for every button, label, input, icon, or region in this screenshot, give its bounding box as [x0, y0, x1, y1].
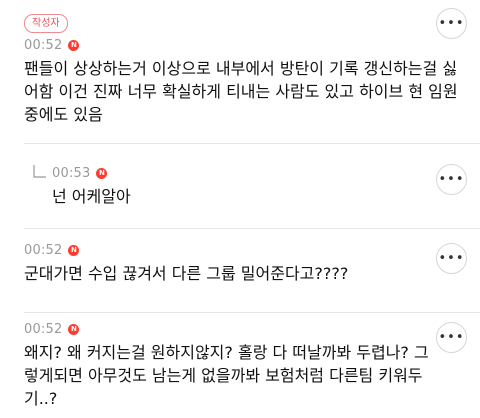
comment-item: 00:52 N 군대가면 수입 끊겨서 다른 그룹 밀어준다고???? •••: [0, 229, 480, 312]
new-badge: N: [68, 244, 80, 256]
comment-time: 00:52: [24, 321, 63, 337]
comment-time: 00:53: [52, 165, 91, 181]
comment-meta: 00:53 N: [52, 165, 108, 181]
comment-time: 00:52: [24, 37, 63, 53]
more-horizontal-icon: •••: [438, 330, 465, 345]
new-badge: N: [68, 323, 80, 335]
comment-item: 작성자 00:52 N 팬들이 상상하는거 이상으로 내부에서 방탄이 기록 갱…: [0, 0, 480, 142]
more-horizontal-icon: •••: [438, 251, 465, 266]
more-horizontal-icon: •••: [438, 16, 465, 31]
author-badge: 작성자: [24, 14, 68, 33]
reply-arrow-icon: [33, 165, 46, 178]
comment-meta: 00:52 N: [24, 37, 80, 53]
comment-time: 00:52: [24, 242, 63, 258]
comment-text: 팬들이 상상하는거 이상으로 내부에서 방탄이 기록 갱신하는걸 싫 어함 이건…: [24, 59, 458, 124]
more-options-button[interactable]: •••: [436, 322, 467, 353]
comment-text: 군대가면 수입 끊겨서 다른 그룹 밀어준다고????: [24, 264, 349, 283]
more-options-button[interactable]: •••: [436, 8, 467, 39]
new-badge: N: [68, 39, 80, 51]
more-horizontal-icon: •••: [438, 172, 465, 187]
reply-item: 00:53 N 넌 어케알아 •••: [0, 144, 480, 228]
more-options-button[interactable]: •••: [436, 164, 467, 195]
more-options-button[interactable]: •••: [436, 243, 467, 274]
comment-meta: 00:52 N: [24, 321, 80, 337]
new-badge: N: [96, 167, 108, 179]
comment-meta: 00:52 N: [24, 242, 80, 258]
comment-item: 00:52 N 왜지? 왜 커지는걸 원하지않지? 홀랑 다 떠날까봐 두렵나?…: [0, 313, 480, 418]
comment-text: 왜지? 왜 커지는걸 원하지않지? 홀랑 다 떠날까봐 두렵나? 그 렇게되면 …: [24, 343, 429, 408]
comment-text: 넌 어케알아: [52, 187, 131, 206]
